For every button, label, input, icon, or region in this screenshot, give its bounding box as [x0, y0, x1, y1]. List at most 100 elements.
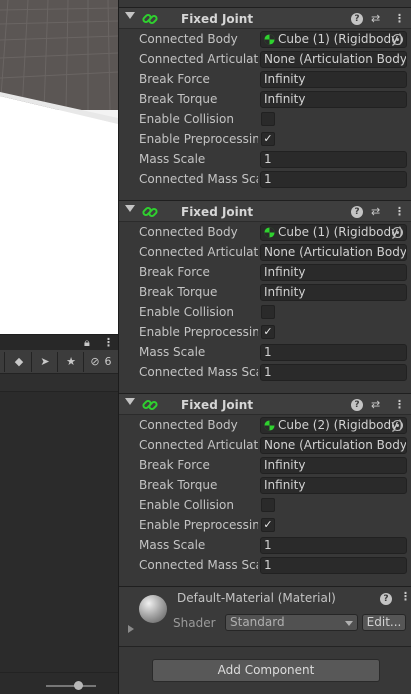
property-field[interactable]: 1: [260, 557, 407, 574]
help-icon[interactable]: ?: [380, 593, 392, 605]
property-row: Break Torque Infinity: [119, 475, 411, 495]
material-title: Default-Material (Material): [177, 591, 336, 605]
kebab-menu-icon[interactable]: ⋮: [394, 394, 405, 416]
presets-icon[interactable]: ⇄: [371, 394, 380, 416]
property-field[interactable]: Infinity: [260, 264, 407, 281]
help-icon[interactable]: ?: [351, 399, 363, 411]
fixed-joint-icon: [142, 399, 158, 411]
property-field[interactable]: Infinity: [260, 477, 407, 494]
property-field[interactable]: 1: [260, 344, 407, 361]
favorite-star-icon[interactable]: ★: [62, 353, 80, 371]
presets-icon[interactable]: ⇄: [371, 8, 380, 30]
property-label: Connected Mass Scale: [139, 172, 258, 186]
property-label: Mass Scale: [139, 345, 206, 359]
property-label: Mass Scale: [139, 152, 206, 166]
property-row: Connected Articulation BodyNone (Articul…: [119, 435, 411, 455]
property-checkbox[interactable]: [261, 498, 275, 512]
property-label: Enable Collision: [139, 498, 234, 512]
material-preview-sphere: [139, 595, 167, 623]
property-label: Connected Articulation Body: [139, 438, 258, 452]
help-icon[interactable]: ?: [351, 13, 363, 25]
property-row: Break Torque Infinity: [119, 89, 411, 109]
property-checkbox[interactable]: [261, 305, 275, 319]
fixed-joint-component: Fixed Joint? ⇄ ⋮ Connected Body Cube (2) (Ri…: [119, 393, 411, 575]
object-field[interactable]: Cube (1) (Rigidbody): [260, 31, 407, 48]
label-tag-icon[interactable]: ➤: [36, 353, 54, 371]
property-label: Connected Articulation Body: [139, 52, 258, 66]
foldout-arrow-icon[interactable]: [125, 12, 135, 19]
property-label: Enable Collision: [139, 305, 234, 319]
foldout-arrow-icon[interactable]: [125, 398, 135, 405]
property-field[interactable]: None (Articulation Body): [260, 244, 407, 261]
project-toolbar: ◆ ➤ ★ ⊘ 6: [0, 350, 118, 374]
property-field[interactable]: 1: [260, 171, 407, 188]
left-panel: 🔒︎ ⋮ ◆ ➤ ★ ⊘ 6: [0, 0, 118, 694]
shader-dropdown[interactable]: Standard: [225, 614, 358, 631]
shader-edit-button[interactable]: Edit...: [362, 614, 406, 631]
property-checkbox[interactable]: ✓: [261, 518, 275, 532]
property-row: Enable Collision: [119, 109, 411, 129]
scene-view[interactable]: [0, 0, 118, 334]
rigidbody-icon: [264, 34, 275, 45]
component-header[interactable]: Fixed Joint? ⇄ ⋮: [119, 7, 411, 29]
hidden-packages-icon[interactable]: ⊘: [88, 353, 102, 371]
toolbar-separator: [57, 352, 58, 372]
material-foldout-arrow[interactable]: [128, 625, 134, 633]
object-picker-icon[interactable]: [392, 227, 403, 238]
property-row: Break Force Infinity: [119, 262, 411, 282]
add-component-button[interactable]: Add Component: [152, 659, 380, 682]
lock-icon[interactable]: 🔒︎: [84, 335, 90, 351]
property-row: Enable Collision: [119, 302, 411, 322]
component-header[interactable]: Fixed Joint? ⇄ ⋮: [119, 393, 411, 415]
property-label: Break Torque: [139, 92, 218, 106]
component-header[interactable]: Fixed Joint? ⇄ ⋮: [119, 200, 411, 222]
object-field[interactable]: Cube (1) (Rigidbody): [260, 224, 407, 241]
object-field[interactable]: Cube (2) (Rigidbody): [260, 417, 407, 434]
presets-icon[interactable]: ⇄: [371, 201, 380, 223]
property-label: Mass Scale: [139, 538, 206, 552]
object-picker-icon[interactable]: [392, 420, 403, 431]
property-field[interactable]: Infinity: [260, 91, 407, 108]
property-row: Enable Preprocessing ✓: [119, 129, 411, 149]
property-label: Break Torque: [139, 478, 218, 492]
zoom-slider[interactable]: [46, 685, 96, 687]
property-row: Enable Preprocessing ✓: [119, 515, 411, 535]
property-field[interactable]: 1: [260, 151, 407, 168]
property-field[interactable]: None (Articulation Body): [260, 437, 407, 454]
inspector-footer: [119, 646, 411, 654]
object-picker-icon[interactable]: [392, 34, 403, 45]
foldout-arrow-icon[interactable]: [125, 205, 135, 212]
property-field[interactable]: 1: [260, 364, 407, 381]
property-row: Break Force Infinity: [119, 455, 411, 475]
property-checkbox[interactable]: ✓: [261, 325, 275, 339]
kebab-menu-icon[interactable]: ⋮: [103, 335, 114, 351]
property-row: Mass Scale 1: [119, 342, 411, 362]
object-field-value: Cube (1) (Rigidbody): [278, 32, 403, 46]
help-icon[interactable]: ?: [351, 206, 363, 218]
property-field[interactable]: None (Articulation Body): [260, 51, 407, 68]
toolbar-separator: [4, 352, 5, 372]
fixed-joint-component: Fixed Joint? ⇄ ⋮ Connected Body Cube (1) (Ri…: [119, 200, 411, 382]
property-field[interactable]: Infinity: [260, 71, 407, 88]
property-row: Break Torque Infinity: [119, 282, 411, 302]
property-field[interactable]: 1: [260, 537, 407, 554]
property-row: Break Force Infinity: [119, 69, 411, 89]
property-field[interactable]: Infinity: [260, 284, 407, 301]
property-label: Break Torque: [139, 285, 218, 299]
property-checkbox[interactable]: ✓: [261, 132, 275, 146]
property-row: Enable Collision: [119, 495, 411, 515]
property-row: Connected Mass Scale1: [119, 362, 411, 382]
fixed-joint-component: Fixed Joint? ⇄ ⋮ Connected Body Cube (1) (Ri…: [119, 7, 411, 189]
kebab-menu-icon[interactable]: ⋮: [394, 8, 405, 30]
property-label: Enable Preprocessing: [139, 132, 258, 146]
zoom-slider-handle[interactable]: [74, 681, 83, 690]
kebab-menu-icon[interactable]: ⋮: [394, 201, 405, 223]
search-by-type-icon[interactable]: ◆: [10, 353, 28, 371]
property-field[interactable]: Infinity: [260, 457, 407, 474]
property-checkbox[interactable]: [261, 112, 275, 126]
kebab-menu-icon[interactable]: ⋮: [400, 590, 411, 603]
component-title: Fixed Joint: [181, 398, 254, 412]
property-label: Connected Body: [139, 32, 238, 46]
property-label: Connected Mass Scale: [139, 558, 258, 572]
property-row: Connected Mass Scale1: [119, 169, 411, 189]
